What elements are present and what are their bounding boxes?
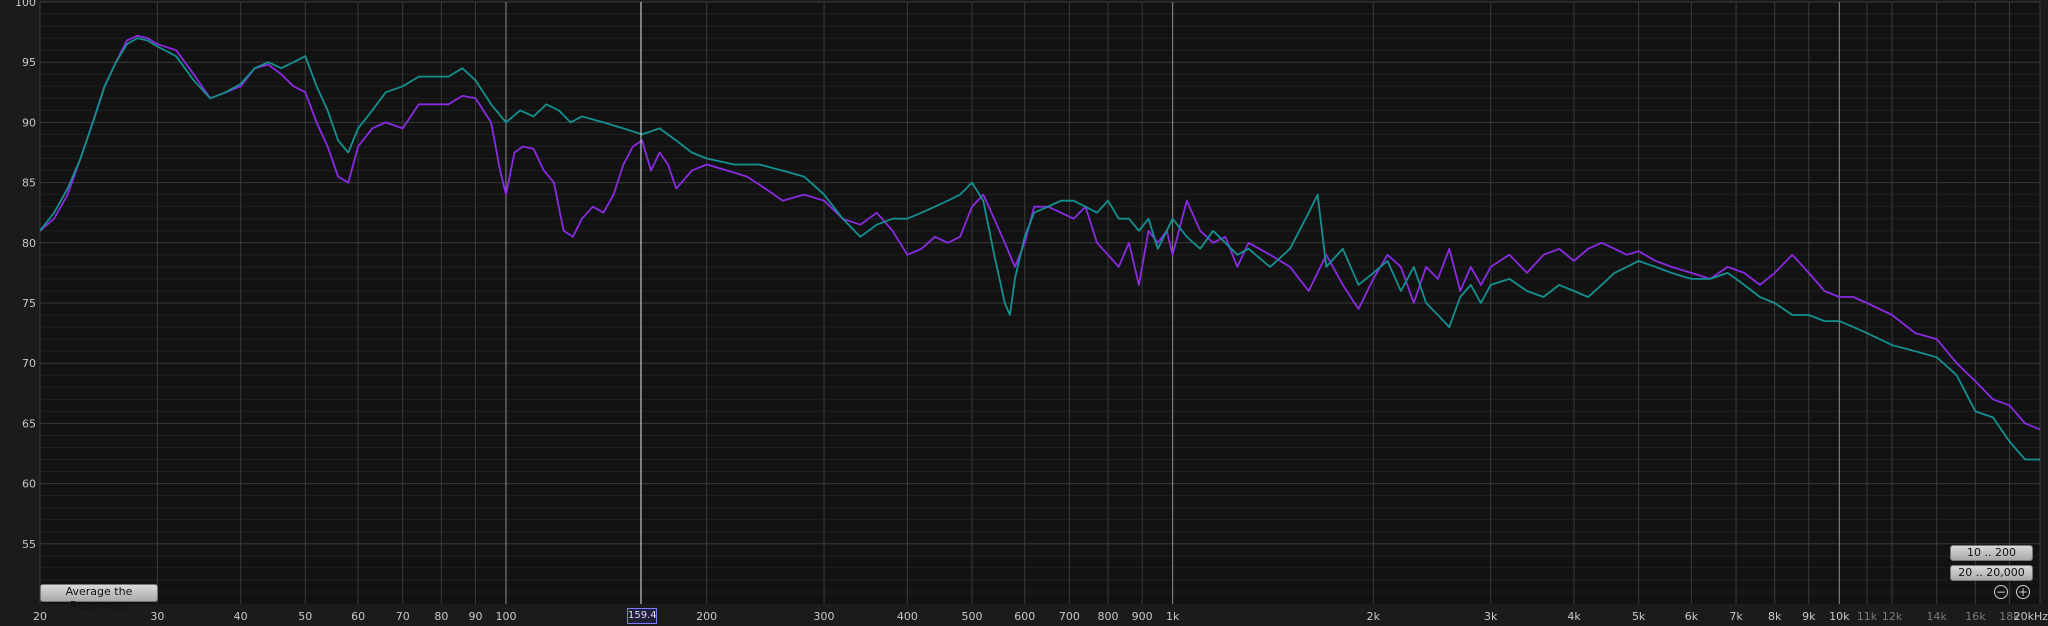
average-responses-button[interactable]: Average the Responses <box>40 584 158 612</box>
zoom-in-icon[interactable]: + <box>2016 585 2030 599</box>
x-tick-label: 16k <box>1965 610 1986 623</box>
x-tick-label: 800 <box>1098 610 1119 623</box>
x-tick-label: 200 <box>696 610 717 623</box>
y-tick-label: 70 <box>22 357 36 370</box>
x-tick-label: 20 <box>33 610 47 623</box>
x-tick-label: 6k <box>1685 610 1699 623</box>
cursor-frequency-label[interactable]: 159.4 <box>626 608 657 624</box>
x-tick-label: 900 <box>1132 610 1153 623</box>
x-tick-label: 50 <box>298 610 312 623</box>
x-tick-label: 3k <box>1484 610 1498 623</box>
range-10-200-button[interactable]: 10 .. 200 <box>1950 545 2033 561</box>
x-tick-label: 11k <box>1857 610 1878 623</box>
y-tick-label: 90 <box>22 116 36 129</box>
x-tick-label: 8k <box>1768 610 1782 623</box>
x-tick-label: 20kHz <box>2014 610 2048 623</box>
y-tick-label: 100 <box>15 0 36 9</box>
x-tick-label: 600 <box>1014 610 1035 623</box>
x-tick-label: 7k <box>1729 610 1743 623</box>
x-tick-label: 1k <box>1166 610 1180 623</box>
x-tick-label: 2k <box>1367 610 1381 623</box>
y-tick-label: 85 <box>22 177 36 190</box>
x-tick-label: 10k <box>1829 610 1850 623</box>
x-tick-label: 90 <box>468 610 482 623</box>
x-tick-label: 40 <box>234 610 248 623</box>
x-tick-label: 400 <box>897 610 918 623</box>
x-tick-label: 700 <box>1059 610 1080 623</box>
x-tick-label: 30 <box>150 610 164 623</box>
x-tick-label: 12k <box>1882 610 1903 623</box>
y-tick-label: 75 <box>22 297 36 310</box>
x-tick-label: 70 <box>396 610 410 623</box>
y-tick-label: 95 <box>22 56 36 69</box>
x-tick-label: 80 <box>434 610 448 623</box>
y-tick-label: 60 <box>22 478 36 491</box>
y-tick-label: 65 <box>22 417 36 430</box>
zoom-out-icon[interactable]: − <box>1994 585 2008 599</box>
x-tick-label: 500 <box>961 610 982 623</box>
x-tick-label: 60 <box>351 610 365 623</box>
y-tick-label: 80 <box>22 237 36 250</box>
x-tick-label: 5k <box>1632 610 1646 623</box>
frequency-response-chart: 100 95 90 85 80 75 70 65 60 55 20 30 40 50 60 70 80 90 10… <box>0 0 2048 626</box>
y-tick-label: 55 <box>22 538 36 551</box>
x-tick-label: 100 <box>495 610 516 623</box>
range-20-20000-button[interactable]: 20 .. 20,000 <box>1950 565 2033 581</box>
x-tick-label: 14k <box>1927 610 1948 623</box>
x-tick-label: 9k <box>1802 610 1816 623</box>
x-tick-label: 4k <box>1567 610 1581 623</box>
x-tick-label: 300 <box>814 610 835 623</box>
